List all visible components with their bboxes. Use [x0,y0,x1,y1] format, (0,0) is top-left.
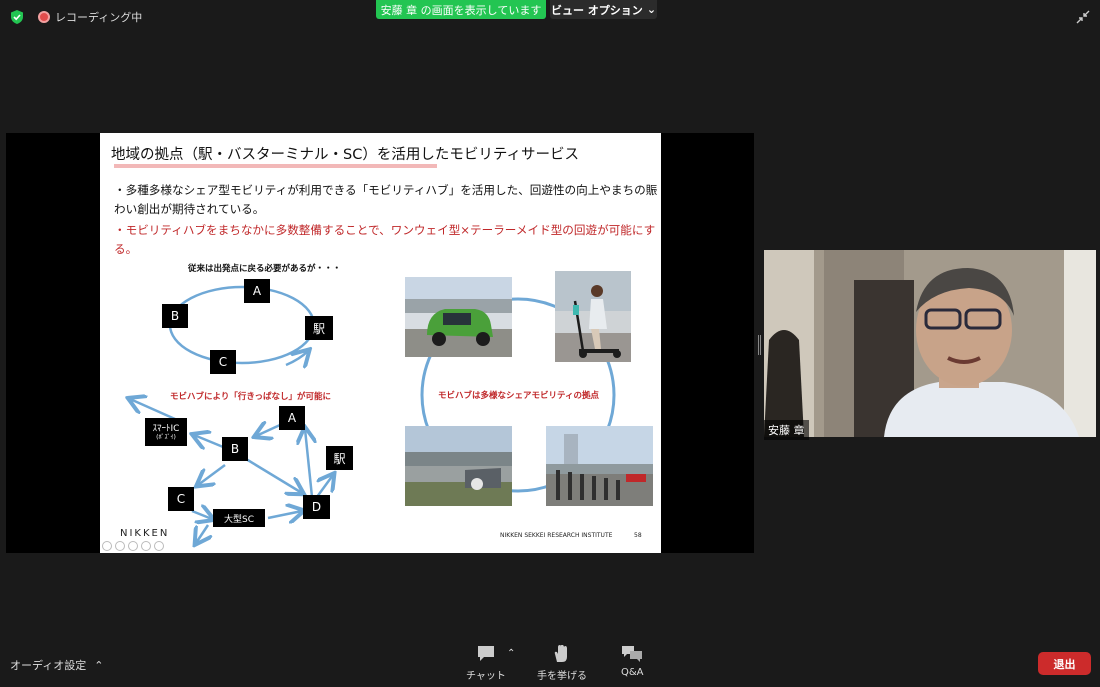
slide-zoom-icon[interactable] [154,541,164,551]
recording-indicator[interactable]: レコーディング中 [38,9,142,25]
recording-label: レコーディング中 [55,11,143,24]
participant-name: 安藤 章 [764,420,809,440]
audio-settings-button[interactable]: オーディオ設定 ⌃ [10,657,103,673]
presentation-slide: 地域の拠点（駅・バスターミナル・SC）を活用したモビリティサービス ・多種多様な… [100,133,661,553]
slide-pen-icon[interactable] [128,541,138,551]
chat-button[interactable]: チャット [466,645,506,682]
recording-dot-icon [38,11,50,23]
qa-icon [622,646,643,662]
participant-video[interactable] [764,250,1096,437]
shared-screen: 地域の拠点（駅・バスターミナル・SC）を活用したモビリティサービス ・多種多様な… [6,133,754,553]
view-options-button[interactable]: ビュー オプション ⌄ [550,0,657,19]
slide-toolbar[interactable] [102,541,164,551]
security-shield-icon[interactable] [10,10,24,24]
slide-footer: NIKKEN SEKKEI RESEARCH INSTITUTE [500,532,613,539]
caption-hub: モビハブは多様なシェアモビリティの拠点 [438,391,599,401]
screen-share-banner: 安藤 章 の画面を表示しています [376,0,546,19]
nikken-logo: NIKKEN [120,528,170,539]
exit-fullscreen-icon[interactable] [1074,8,1092,26]
chevron-down-icon: ⌄ [646,3,657,16]
qa-label: Q&A [621,667,644,678]
qa-button[interactable]: Q&A [621,645,644,678]
slide-next-icon[interactable] [115,541,125,551]
slide-prev-icon[interactable] [102,541,112,551]
chat-label: チャット [466,671,506,682]
slide-page-number: 58 [634,532,642,539]
audio-settings-label: オーディオ設定 [10,659,87,672]
bike-share-photo [546,426,653,506]
panel-resize-handle[interactable] [758,335,761,355]
mobility-port-photo [405,426,512,506]
chat-options-caret-icon[interactable]: ⌃ [507,648,515,659]
raise-hand-button[interactable]: 手を挙げる [537,645,587,682]
zoom-meeting-window: レコーディング中 安藤 章 の画面を表示しています ビュー オプション ⌄ 地域… [0,0,1100,687]
slide-view-icon[interactable] [141,541,151,551]
kick-scooter-photo [555,271,631,362]
leave-button[interactable]: 退出 [1038,652,1091,675]
ev-car-photo [405,277,512,357]
chat-icon [477,646,494,661]
chevron-up-icon: ⌃ [94,658,104,672]
raise-hand-icon [554,645,567,662]
raise-hand-label: 手を挙げる [537,671,587,682]
view-options-label: ビュー オプション [550,3,643,17]
